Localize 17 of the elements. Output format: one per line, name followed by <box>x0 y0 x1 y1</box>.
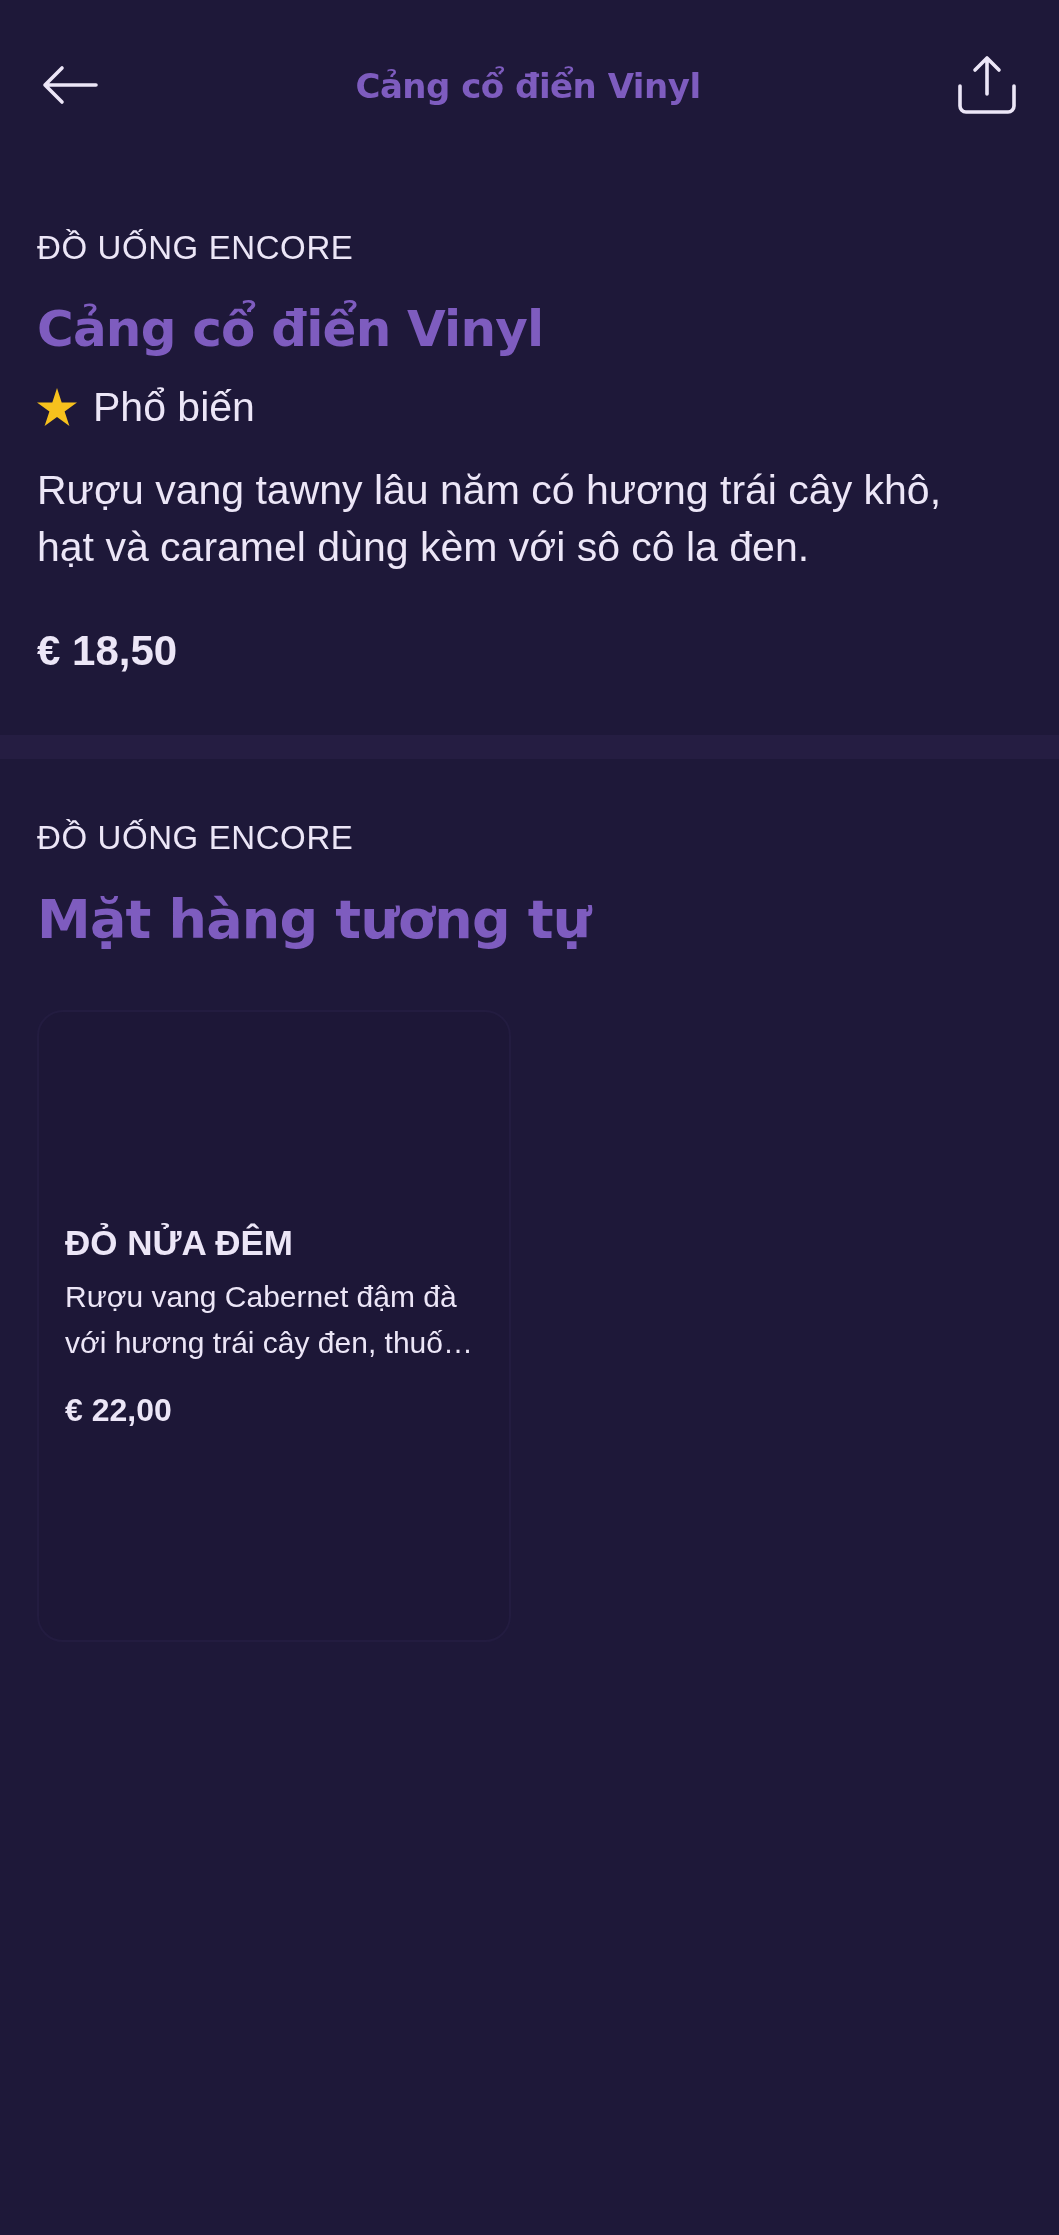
arrow-left-icon <box>41 64 99 106</box>
card-title: ĐỎ NỬA ĐÊM <box>65 1222 294 1264</box>
back-button[interactable] <box>41 64 99 106</box>
card-price: € 22,00 <box>65 1391 173 1430</box>
product-card[interactable]: ĐỎ NỬA ĐÊM Rượu vang Cabernet đậm đà với hương trái cây đen, thuố… € 22,00 <box>37 1010 511 1642</box>
category-label: ĐỒ UỐNG ENCORE <box>37 818 355 858</box>
product-description: Rượu vang tawny lâu năm có hương trái cây khô, hạt và caramel dùng kèm với sô cô la đen. <box>37 466 943 572</box>
share-button[interactable] <box>957 55 1017 115</box>
section-title: Mặt hàng tương tự <box>37 888 594 952</box>
product-title: Cảng cổ điển Vinyl <box>37 299 545 360</box>
star-icon <box>37 388 77 426</box>
header-title: Cảng cổ điển Vinyl <box>355 66 701 106</box>
share-icon <box>957 55 1017 115</box>
product-price: € 18,50 <box>37 626 179 676</box>
category-label: ĐỒ UỐNG ENCORE <box>37 228 355 268</box>
card-description: Rượu vang Cabernet đậm đà với hương trái cây đen, thuố… <box>65 1279 474 1361</box>
popular-label: Phổ biến <box>93 383 255 432</box>
